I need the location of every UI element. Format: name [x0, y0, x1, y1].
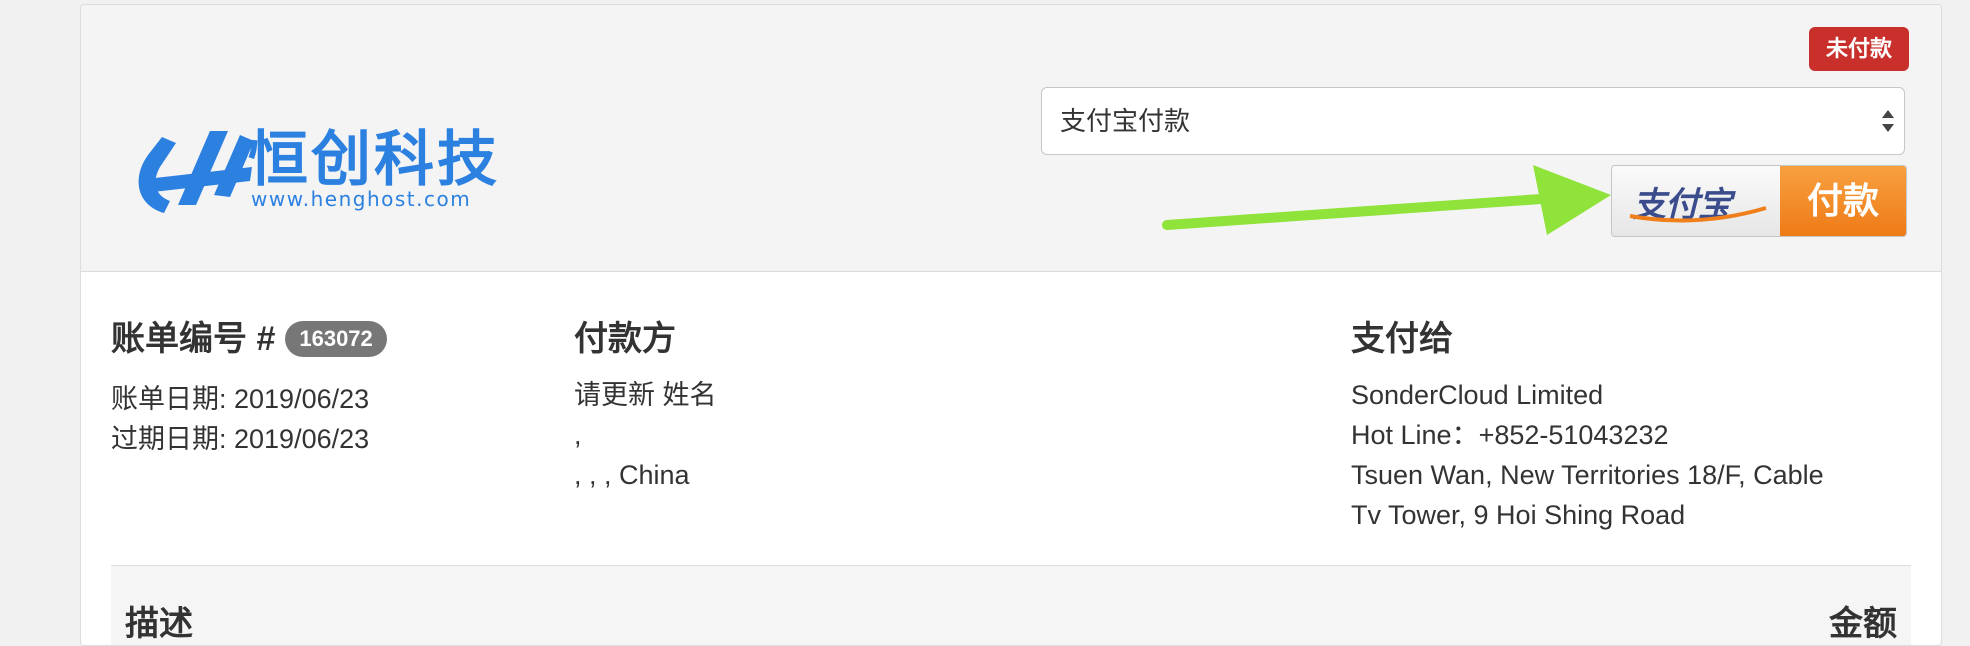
column-amount: 金额 [1829, 605, 1897, 643]
payer-address: 请更新 姓名 , , , , China [574, 375, 717, 495]
payer-name: 请更新 姓名 [574, 380, 717, 410]
invoice-number-badge: 163072 [285, 321, 387, 358]
due-date: 过期日期: 2019/06/23 [111, 424, 370, 454]
invoice-info: 账单编号 #163072 账单日期: 2019/06/23 过期日期: 2019… [111, 317, 387, 459]
pay-to-hotline: Hot Line：+852-51043232 [1351, 420, 1669, 450]
payment-method-select[interactable]: 支付宝付款 [1041, 87, 1905, 155]
alipay-pay-button[interactable]: 支付宝 付款 [1611, 165, 1907, 237]
pay-to-company: SonderCloud Limited [1351, 380, 1604, 410]
invoice-number-heading: 账单编号 #163072 [111, 317, 387, 361]
column-description: 描述 [125, 605, 193, 643]
pay-now-label: 付款 [1806, 180, 1879, 221]
pay-now-part[interactable]: 付款 [1780, 166, 1906, 236]
logo-name: 恒创科技 [248, 125, 500, 195]
invoice-card: 恒创科技 www.henghost.com 未付款 支付宝付款 支付宝 付款 账… [80, 4, 1942, 646]
payment-method-value: 支付宝付款 [1060, 106, 1191, 136]
henghost-logo-icon [138, 131, 254, 213]
unpaid-status-badge: 未付款 [1809, 27, 1909, 71]
payer-line-3: , , , China [574, 460, 690, 490]
invoice-header: 恒创科技 www.henghost.com 未付款 支付宝付款 支付宝 付款 [81, 5, 1941, 272]
payer-info: 付款方 请更新 姓名 , , , , China [574, 317, 717, 495]
pay-to-address-1: Tsuen Wan, New Territories 18/F, Cable [1351, 460, 1824, 490]
alipay-logo: 支付宝 [1612, 166, 1780, 236]
invoice-dates: 账单日期: 2019/06/23 过期日期: 2019/06/23 [111, 379, 387, 459]
pay-to-heading: 支付给 [1351, 320, 1453, 358]
payer-heading: 付款方 [574, 320, 676, 358]
invoice-number-title: 账单编号 # [111, 320, 276, 358]
logo-url: www.henghost.com [251, 187, 472, 211]
payer-line-2: , [574, 420, 582, 450]
select-updown-icon [1882, 110, 1894, 132]
pay-to-info: 支付给 SonderCloud Limited Hot Line：+852-51… [1351, 317, 1824, 535]
items-table-header: 描述 金额 [111, 566, 1911, 645]
pay-to-address-2: Tv Tower, 9 Hoi Shing Road [1351, 500, 1686, 530]
invoice-date: 账单日期: 2019/06/23 [111, 384, 370, 414]
pay-to-address: SonderCloud Limited Hot Line：+852-510432… [1351, 375, 1824, 535]
alipay-swoosh-icon [1629, 206, 1767, 223]
company-logo[interactable]: 恒创科技 www.henghost.com [126, 115, 506, 225]
green-arrow-icon [1162, 165, 1611, 235]
